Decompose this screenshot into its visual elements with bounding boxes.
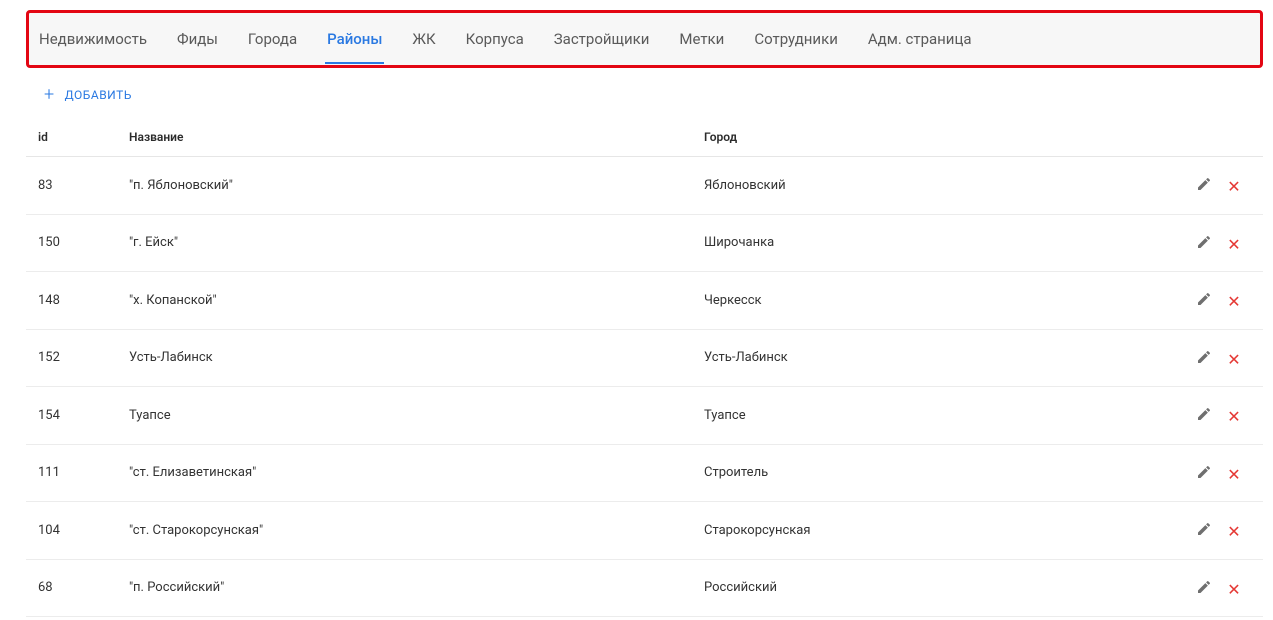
table-row: 111"ст. Елизаветинская"Строитель ✕ [26, 444, 1263, 502]
tab-7[interactable]: Метки [677, 15, 726, 64]
cell-id: 154 [26, 387, 121, 445]
cell-city: Черкесск [696, 272, 1173, 330]
add-button[interactable]: + Добавить [26, 76, 1263, 118]
cell-actions: ✕ [1173, 444, 1263, 502]
delete-icon[interactable]: ✕ [1223, 406, 1245, 428]
cell-city: Широчанка [696, 214, 1173, 272]
col-header-city: Город [696, 118, 1173, 157]
table-row: 148"х. Копанской"Черкесск ✕ [26, 272, 1263, 330]
cell-actions: ✕ [1173, 387, 1263, 445]
edit-icon[interactable] [1193, 173, 1215, 195]
tab-9[interactable]: Адм. страница [866, 15, 974, 64]
table-row: 83"п. Яблоновский"Яблоновский ✕ [26, 157, 1263, 215]
cell-id: 111 [26, 444, 121, 502]
tab-3[interactable]: Районы [325, 15, 384, 64]
cell-name: Туапсе [121, 387, 696, 445]
cell-name: "х. Копанской" [121, 272, 696, 330]
delete-icon[interactable]: ✕ [1223, 176, 1245, 198]
tab-0[interactable]: Недвижимость [37, 15, 149, 64]
cell-id: 150 [26, 214, 121, 272]
edit-icon[interactable] [1193, 461, 1215, 483]
cell-id: 68 [26, 559, 121, 617]
cell-actions: ✕ [1173, 157, 1263, 215]
cell-actions: ✕ [1173, 502, 1263, 560]
cell-name: "п. Российский" [121, 559, 696, 617]
tabs-container: Недвижимость Фиды Города Районы ЖК Корпуса Зас… [26, 10, 1263, 68]
table-row: 152Усть-ЛабинскУсть-Лабинск✕ [26, 329, 1263, 387]
tab-6[interactable]: Застройщики [552, 15, 652, 64]
cell-actions: ✕ [1173, 329, 1263, 387]
cell-actions: ✕ [1173, 559, 1263, 617]
cell-id: 83 [26, 157, 121, 215]
tab-1[interactable]: Фиды [175, 15, 220, 64]
districts-table: id Название Город 83"п. Яблоновский"Ябло… [26, 118, 1263, 620]
cell-name: "г. Ейск" [121, 214, 696, 272]
edit-icon[interactable] [1193, 403, 1215, 425]
cell-actions: ✕ [1173, 214, 1263, 272]
delete-icon[interactable]: ✕ [1223, 521, 1245, 543]
tab-5[interactable]: Корпуса [464, 15, 526, 64]
cell-actions: ✕ [1173, 617, 1263, 620]
delete-icon[interactable]: ✕ [1223, 348, 1245, 370]
cell-city: Российский [696, 559, 1173, 617]
cell-id: 100 [26, 617, 121, 620]
cell-name: Усть-Лабинск [121, 329, 696, 387]
edit-icon[interactable] [1193, 288, 1215, 310]
cell-id: 148 [26, 272, 121, 330]
cell-id: 104 [26, 502, 121, 560]
delete-icon[interactable]: ✕ [1223, 233, 1245, 255]
cell-id: 152 [26, 329, 121, 387]
cell-city: Строитель [696, 444, 1173, 502]
table-row: 104"ст. Старокорсунская"Старокорсунская ✕ [26, 502, 1263, 560]
table-row: 154ТуапсеТуапсе✕ [26, 387, 1263, 445]
cell-actions: ✕ [1173, 272, 1263, 330]
cell-city: Старокорсунская [696, 502, 1173, 560]
table-row: 100"Ростовское шоссе"Родник✕ [26, 617, 1263, 620]
edit-icon[interactable] [1193, 518, 1215, 540]
col-header-name: Название [121, 118, 696, 157]
cell-name: "ст. Елизаветинская" [121, 444, 696, 502]
table-row: 150"г. Ейск"Широчанка ✕ [26, 214, 1263, 272]
plus-icon: + [44, 86, 55, 104]
cell-name: "ст. Старокорсунская" [121, 502, 696, 560]
table-row: 68"п. Российский"Российский✕ [26, 559, 1263, 617]
delete-icon[interactable]: ✕ [1223, 291, 1245, 313]
tab-8[interactable]: Сотрудники [752, 15, 840, 64]
cell-name: "Ростовское шоссе" [121, 617, 696, 620]
cell-city: Усть-Лабинск [696, 329, 1173, 387]
col-header-id: id [26, 118, 121, 157]
cell-city: Яблоновский [696, 157, 1173, 215]
add-button-label: Добавить [65, 88, 132, 102]
edit-icon[interactable] [1193, 346, 1215, 368]
delete-icon[interactable]: ✕ [1223, 463, 1245, 485]
edit-icon[interactable] [1193, 576, 1215, 598]
cell-city: Туапсе [696, 387, 1173, 445]
edit-icon[interactable] [1193, 231, 1215, 253]
delete-icon[interactable]: ✕ [1223, 578, 1245, 600]
col-header-actions [1173, 118, 1263, 157]
tab-4[interactable]: ЖК [410, 15, 437, 64]
cell-name: "п. Яблоновский" [121, 157, 696, 215]
cell-city: Родник [696, 617, 1173, 620]
app-viewport: Недвижимость Фиды Города Районы ЖК Корпуса Зас… [0, 0, 1273, 620]
tab-2[interactable]: Города [246, 15, 299, 64]
